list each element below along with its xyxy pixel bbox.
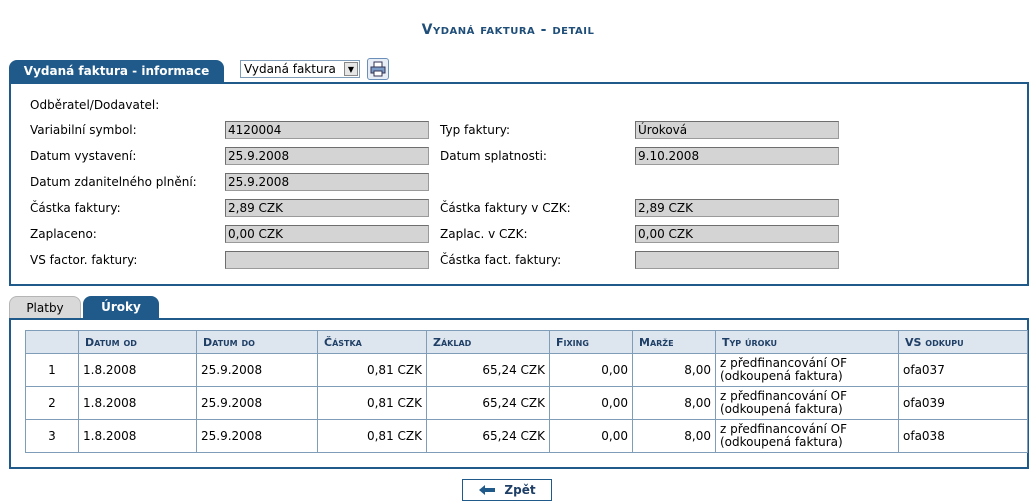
- variable-symbol-label: Variabilní symbol:: [30, 123, 137, 137]
- table-row: 2 1.8.2008 25.9.2008 0,81 CZK 65,24 CZK …: [25, 386, 1028, 420]
- column-header-date-from: Datum od: [78, 330, 197, 354]
- cell-amount: 0,81 CZK: [317, 353, 427, 387]
- taxable-date-field: 25.9.2008: [225, 173, 429, 191]
- cell-margin: 8,00: [632, 353, 716, 387]
- vs-factor-label: VS factor. faktury:: [30, 253, 138, 267]
- tab-payments[interactable]: Platby: [9, 296, 81, 318]
- cell-index: 1: [25, 353, 79, 387]
- issue-date-label: Datum vystavení:: [30, 149, 137, 163]
- cell-date-to: 25.9.2008: [196, 386, 318, 420]
- cell-vs-purchase: ofa038: [898, 419, 1028, 453]
- variable-symbol-field: 4120004: [225, 121, 429, 139]
- cell-date-from: 1.8.2008: [78, 353, 197, 387]
- table-header-row: Datum od Datum do Částka Základ Fixing M…: [25, 330, 1028, 354]
- factor-amount-field: [635, 251, 839, 269]
- column-header-index: [25, 330, 79, 354]
- interest-table: Datum od Datum do Částka Základ Fixing M…: [25, 330, 1028, 453]
- column-header-fixing: Fixing: [549, 330, 633, 354]
- cell-date-from: 1.8.2008: [78, 386, 197, 420]
- page-title: Vydaná faktura - detail: [421, 22, 595, 38]
- printer-icon: [370, 61, 386, 77]
- cell-amount: 0,81 CZK: [317, 386, 427, 420]
- column-header-vs-purchase: VS odkupu: [898, 330, 1028, 354]
- back-button[interactable]: Zpět: [462, 479, 552, 501]
- cell-date-from: 1.8.2008: [78, 419, 197, 453]
- invoice-amount-label: Částka faktury:: [30, 201, 121, 215]
- vs-factor-field: [225, 251, 429, 269]
- tab-payments-label: Platby: [26, 300, 64, 315]
- cell-base: 65,24 CZK: [426, 353, 550, 387]
- print-button[interactable]: [367, 58, 389, 80]
- cell-margin: 8,00: [632, 419, 716, 453]
- chevron-down-icon[interactable]: ▼: [344, 62, 358, 76]
- table-row: 3 1.8.2008 25.9.2008 0,81 CZK 65,24 CZK …: [25, 419, 1028, 453]
- cell-fixing: 0,00: [549, 386, 633, 420]
- cell-interest-type: z předfinancování OF (odkoupená faktura): [715, 419, 899, 453]
- tab-invoice-info[interactable]: Vydaná faktura - informace: [9, 60, 224, 82]
- paid-label: Zaplaceno:: [30, 227, 97, 241]
- cell-vs-purchase: ofa039: [898, 386, 1028, 420]
- column-header-date-to: Datum do: [196, 330, 318, 354]
- column-header-amount: Částka: [317, 330, 427, 354]
- cell-interest-type: z předfinancování OF (odkoupená faktura): [715, 386, 899, 420]
- invoice-amount-czk-field: 2,89 CZK: [635, 199, 839, 217]
- cell-date-to: 25.9.2008: [196, 419, 318, 453]
- tab-invoice-info-label: Vydaná faktura - informace: [23, 64, 210, 78]
- invoice-amount-czk-label: Částka faktury v CZK:: [440, 201, 571, 215]
- paid-field: 0,00 CZK: [225, 225, 429, 243]
- tab-interest-label: Úroky: [101, 300, 141, 314]
- document-type-select-value: Vydaná faktura: [244, 62, 336, 76]
- taxable-date-label: Datum zdanitelného plnění:: [30, 175, 197, 189]
- tab-interest[interactable]: Úroky: [83, 296, 159, 318]
- cell-interest-type: z předfinancování OF (odkoupená faktura): [715, 353, 899, 387]
- paid-czk-label: Zaplac. v CZK:: [440, 227, 528, 241]
- due-date-label: Datum splatnosti:: [440, 149, 547, 163]
- cell-index: 2: [25, 386, 79, 420]
- cell-amount: 0,81 CZK: [317, 419, 427, 453]
- back-button-label: Zpět: [504, 483, 536, 497]
- column-header-base: Základ: [426, 330, 550, 354]
- arrow-left-icon: [479, 485, 496, 495]
- cell-margin: 8,00: [632, 386, 716, 420]
- cell-date-to: 25.9.2008: [196, 353, 318, 387]
- cell-base: 65,24 CZK: [426, 386, 550, 420]
- issue-date-field: 25.9.2008: [225, 147, 429, 165]
- invoice-type-label: Typ faktury:: [440, 123, 511, 137]
- cell-vs-purchase: ofa037: [898, 353, 1028, 387]
- invoice-type-field: Úroková: [635, 121, 839, 139]
- cell-base: 65,24 CZK: [426, 419, 550, 453]
- cell-fixing: 0,00: [549, 419, 633, 453]
- table-row: 1 1.8.2008 25.9.2008 0,81 CZK 65,24 CZK …: [25, 353, 1028, 387]
- factor-amount-label: Částka fact. faktury:: [440, 253, 562, 267]
- column-header-margin: Marže: [632, 330, 716, 354]
- invoice-amount-field: 2,89 CZK: [225, 199, 429, 217]
- customer-supplier-label: Odběratel/Dodavatel:: [30, 98, 160, 112]
- paid-czk-field: 0,00 CZK: [635, 225, 839, 243]
- column-header-interest-type: Typ úroku: [715, 330, 899, 354]
- cell-fixing: 0,00: [549, 353, 633, 387]
- document-type-select[interactable]: Vydaná faktura ▼: [240, 60, 360, 78]
- cell-index: 3: [25, 419, 79, 453]
- due-date-field: 9.10.2008: [635, 147, 839, 165]
